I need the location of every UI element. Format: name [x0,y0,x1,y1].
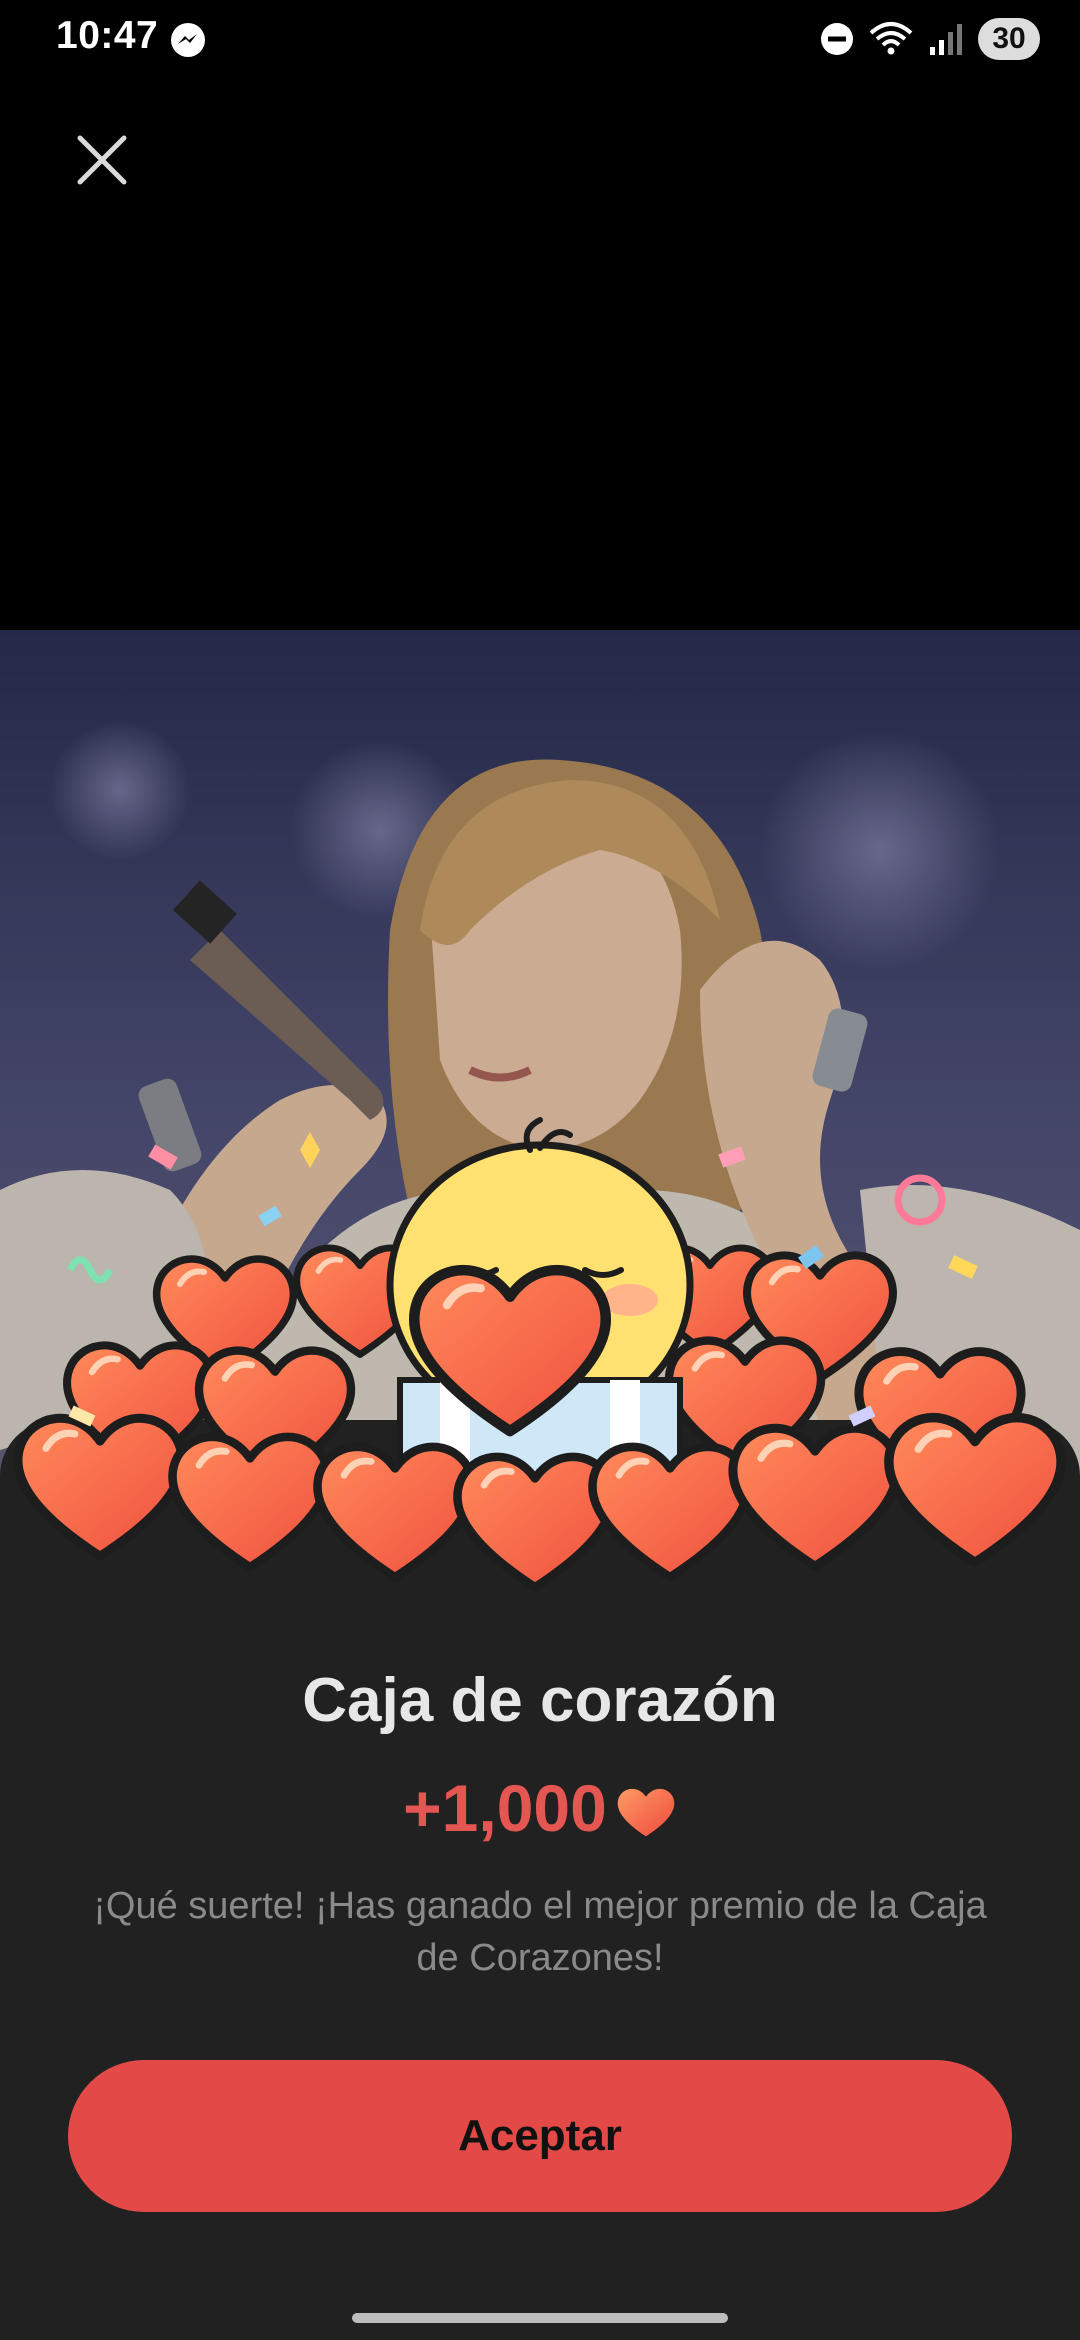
signal-icon [930,24,962,55]
battery-level: 30 [992,22,1026,55]
reward-description: ¡Qué suerte! ¡Has ganado el mejor premio… [93,1885,987,1979]
status-bar: 10:47 30 [0,0,1080,84]
battery-icon: 30 [978,18,1040,60]
reward-title: Caja de corazón [302,1666,778,1735]
do-not-disturb-icon [821,23,853,55]
status-time: 10:47 [56,14,159,57]
reward-amount: +1,000 [0,1770,1080,1846]
accept-button[interactable]: Aceptar [68,2060,1012,2212]
home-indicator[interactable] [352,2313,728,2323]
reward-value: +1,000 [403,1771,607,1845]
messenger-icon [171,23,205,57]
chick-mascot-with-hearts [0,1117,1080,1630]
heart-icon [617,1788,675,1837]
close-icon[interactable] [62,120,142,200]
wifi-icon [869,22,913,55]
